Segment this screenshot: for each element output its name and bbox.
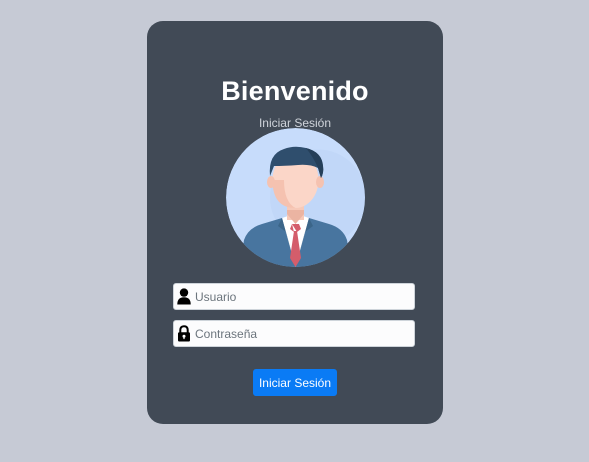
login-button[interactable]: Iniciar Sesión [253, 369, 337, 396]
username-input[interactable] [195, 284, 410, 309]
lock-icon [178, 325, 190, 342]
username-field[interactable] [173, 283, 415, 310]
password-field[interactable] [173, 320, 415, 347]
password-input[interactable] [195, 321, 410, 346]
login-card: Bienvenido Iniciar Sesión Usuario Inicia… [147, 21, 443, 424]
businessman-avatar-icon [226, 128, 365, 267]
user-icon [177, 288, 191, 305]
page-title: Bienvenido [221, 76, 369, 106]
